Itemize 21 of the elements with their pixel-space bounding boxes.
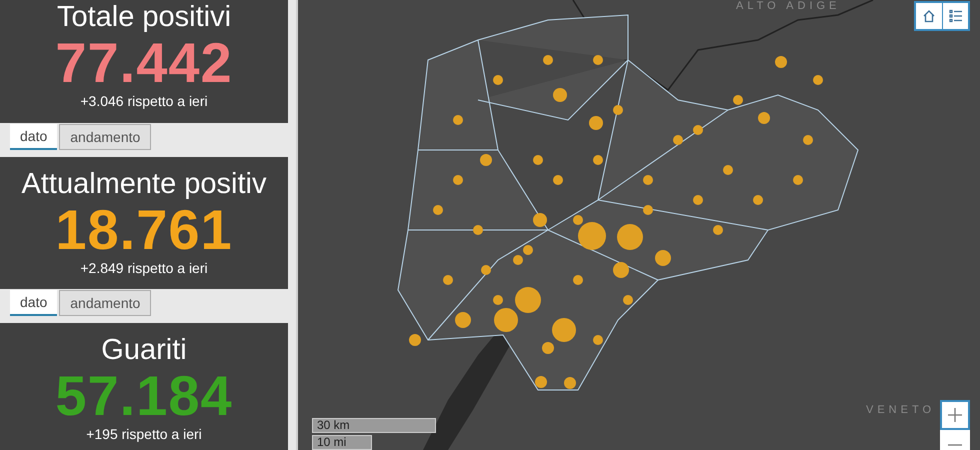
- region-label: VENETO: [866, 404, 936, 416]
- scale-bar: 30 km: [312, 418, 436, 433]
- region-label: ALTO ADIGE: [736, 0, 840, 12]
- stat-value: 57.184: [55, 367, 233, 425]
- card-title: Totale positivi: [56, 0, 232, 34]
- tab[interactable]: andamento: [59, 290, 152, 316]
- tab[interactable]: dato: [10, 124, 58, 150]
- change-text: +195 rispetto a ieri: [86, 425, 202, 444]
- plus-icon: [948, 408, 962, 422]
- change-text: +2.849 rispetto a ieri: [80, 259, 208, 278]
- card-title: Guariti: [101, 333, 187, 367]
- card-title: Attualmente positiv: [21, 167, 266, 201]
- tab[interactable]: dato: [10, 290, 58, 316]
- scale-bar: 10 mi: [312, 435, 372, 450]
- list-icon: [948, 9, 962, 23]
- stat-value: 18.761: [55, 201, 233, 259]
- stat-value: 77.442: [55, 34, 233, 92]
- tab[interactable]: andamento: [59, 124, 152, 150]
- home-icon: [922, 9, 936, 23]
- zoom-in-button[interactable]: [940, 400, 970, 430]
- change-text: +3.046 rispetto a ieri: [80, 92, 208, 111]
